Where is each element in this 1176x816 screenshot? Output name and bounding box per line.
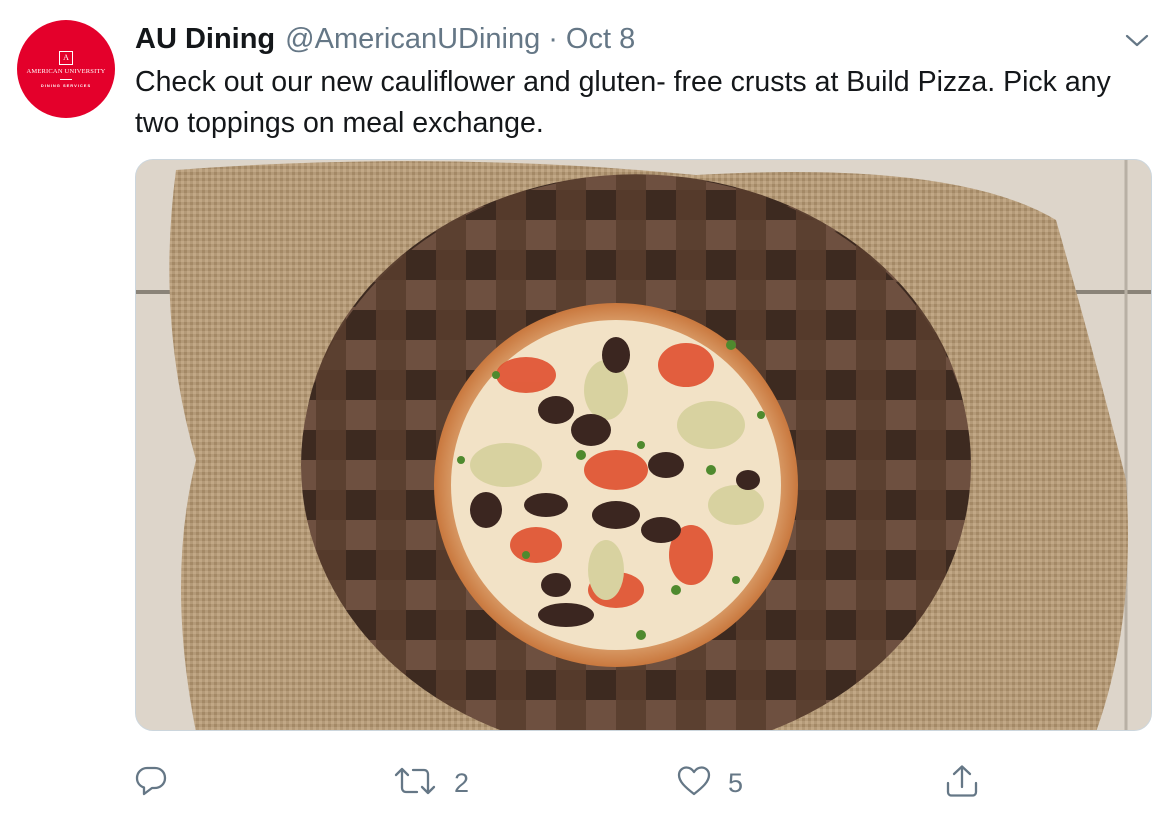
reply-button[interactable] bbox=[134, 760, 184, 806]
university-logo-icon: A bbox=[59, 50, 73, 65]
tweet-header: AU Dining @AmericanUDining · Oct 8 bbox=[135, 23, 635, 57]
avatar[interactable]: A AMERICAN UNIVERSITY DINING SERVICES bbox=[17, 20, 115, 118]
retweet-button[interactable]: 2 bbox=[392, 760, 469, 806]
avatar-line-2: DINING SERVICES bbox=[40, 82, 92, 88]
tweet-actions: 2 5 bbox=[0, 760, 1176, 806]
reply-icon bbox=[134, 764, 168, 803]
tweet-photo[interactable] bbox=[135, 159, 1152, 731]
display-name[interactable]: AU Dining bbox=[135, 23, 275, 56]
user-handle[interactable]: @AmericanUDining bbox=[285, 23, 540, 56]
like-count: 5 bbox=[728, 767, 744, 798]
share-button[interactable] bbox=[944, 760, 980, 806]
avatar-line-1: AMERICAN UNIVERSITY bbox=[26, 67, 106, 75]
tweet-date[interactable]: Oct 8 bbox=[566, 23, 635, 56]
like-button[interactable]: 5 bbox=[676, 760, 743, 806]
tweet[interactable]: A AMERICAN UNIVERSITY DINING SERVICES AU… bbox=[0, 0, 1176, 816]
more-options-chevron-down-icon[interactable] bbox=[1122, 26, 1152, 56]
share-icon bbox=[944, 763, 980, 804]
separator-dot: · bbox=[548, 23, 558, 55]
pizza-photo-illustration bbox=[136, 160, 1151, 730]
retweet-icon bbox=[392, 764, 438, 803]
retweet-count: 2 bbox=[454, 767, 470, 798]
tweet-text: Check out our new cauliflower and gluten… bbox=[135, 66, 1111, 139]
avatar-divider bbox=[60, 78, 72, 80]
heart-icon bbox=[676, 764, 712, 803]
